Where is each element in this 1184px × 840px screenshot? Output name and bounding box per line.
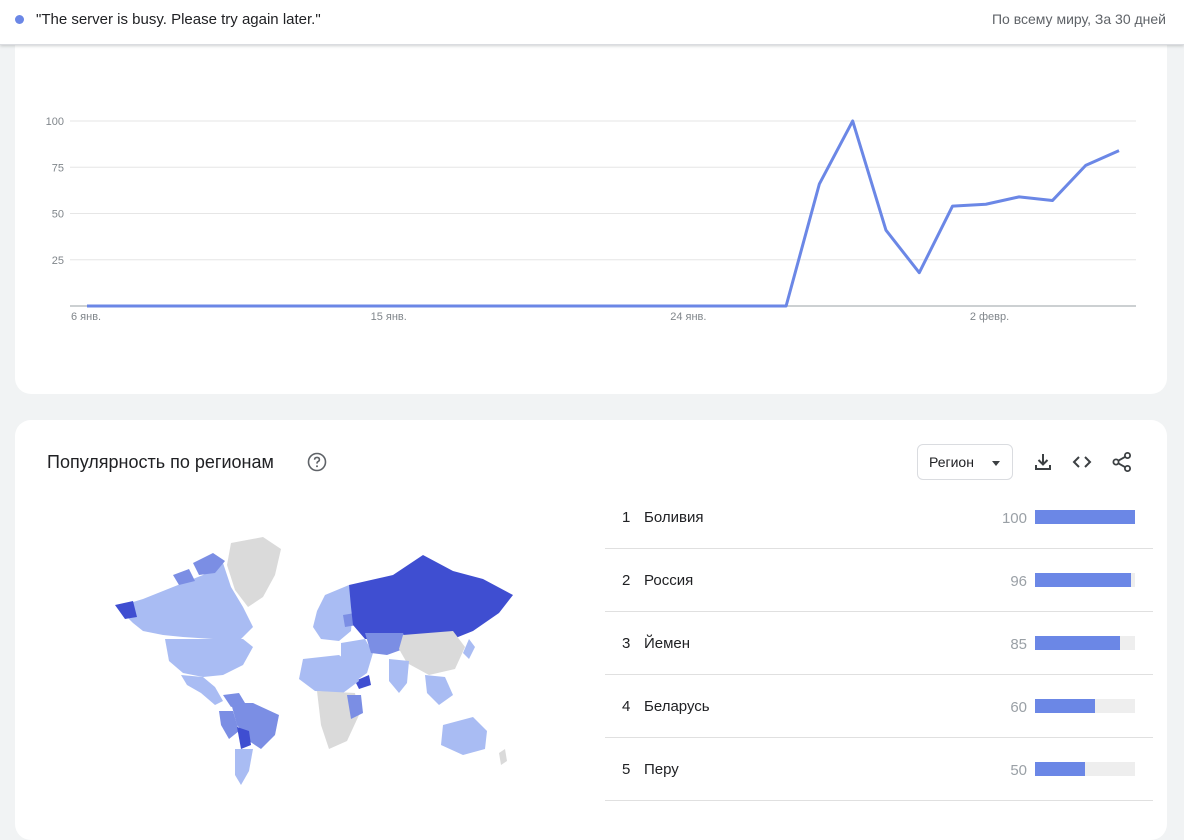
interest-over-time-card: 25 50 75 100 6 янв. 15 янв. 24 янв. 2 февр. xyxy=(15,30,1167,394)
map-region-mexico xyxy=(181,675,223,705)
chevron-down-icon xyxy=(992,461,1000,466)
y-tick-label: 75 xyxy=(52,162,64,174)
region-row[interactable]: 4 Беларусь 60 xyxy=(605,675,1153,738)
help-icon[interactable] xyxy=(307,452,327,472)
region-value: 96 xyxy=(1010,573,1027,590)
region-bar-fill xyxy=(1035,699,1095,713)
region-bar-track xyxy=(1035,510,1135,524)
map-region-europe xyxy=(313,585,353,641)
region-select[interactable]: Регион xyxy=(917,444,1013,480)
region-row[interactable]: 2 Россия 96 xyxy=(605,549,1153,612)
region-name: Боливия xyxy=(644,509,703,526)
compare-header-bar: "The server is busy. Please try again la… xyxy=(0,0,1184,45)
region-rank: 5 xyxy=(622,761,630,778)
map-region-australia xyxy=(441,717,487,755)
region-row[interactable]: 5 Перу 50 xyxy=(605,738,1153,801)
section-title: Популярность по регионам xyxy=(47,452,274,473)
region-value: 50 xyxy=(1010,762,1027,779)
region-name: Россия xyxy=(644,572,693,589)
share-icon[interactable] xyxy=(1111,451,1133,473)
map-region-india xyxy=(389,659,409,693)
region-value: 100 xyxy=(1002,510,1027,527)
region-ranking-list: 1 Боливия 100 2 Россия 96 3 Йемен 85 4 Беларусь 60 5… xyxy=(605,486,1153,801)
series-color-dot xyxy=(15,15,24,24)
map-region-south-east-asia xyxy=(425,675,453,705)
download-icon[interactable] xyxy=(1032,451,1054,473)
map-region-china xyxy=(399,631,465,675)
region-row[interactable]: 1 Боливия 100 xyxy=(605,486,1153,549)
region-name: Перу xyxy=(644,761,679,778)
map-region-russia xyxy=(349,555,513,639)
embed-code-icon[interactable] xyxy=(1071,451,1093,473)
region-rank: 3 xyxy=(622,635,630,652)
region-bar-fill xyxy=(1035,510,1135,524)
map-region-argentina xyxy=(235,749,253,785)
region-name: Беларусь xyxy=(644,698,710,715)
map-region-new-zealand xyxy=(499,749,507,765)
regions-card: Популярность по регионам Регион xyxy=(15,420,1167,840)
region-rank: 2 xyxy=(622,572,630,589)
region-select-label: Регион xyxy=(929,454,974,470)
region-name: Йемен xyxy=(644,635,690,652)
region-bar-track xyxy=(1035,573,1135,587)
y-tick-label: 100 xyxy=(46,116,64,128)
scope-label: По всему миру, За 30 дней xyxy=(992,11,1166,27)
x-tick-label: 24 янв. xyxy=(670,311,706,323)
y-tick-label: 25 xyxy=(52,255,64,267)
region-rank: 1 xyxy=(622,509,630,526)
x-tick-label: 15 янв. xyxy=(371,311,407,323)
x-tick-label: 2 февр. xyxy=(970,311,1009,323)
y-tick-label: 50 xyxy=(52,209,64,221)
map-region-japan xyxy=(463,639,475,659)
region-bar-track xyxy=(1035,636,1135,650)
region-bar-track xyxy=(1035,699,1135,713)
world-map[interactable] xyxy=(103,535,513,785)
interest-line-chart[interactable]: 25 50 75 100 6 янв. 15 янв. 24 янв. 2 февр. xyxy=(15,30,1167,394)
map-region-usa xyxy=(165,639,253,677)
region-bar-fill xyxy=(1035,762,1085,776)
region-bar-fill xyxy=(1035,573,1131,587)
map-region-brazil xyxy=(231,703,279,749)
region-bar-track xyxy=(1035,762,1135,776)
region-bar-fill xyxy=(1035,636,1120,650)
x-tick-label: 6 янв. xyxy=(71,311,101,323)
region-value: 60 xyxy=(1010,699,1027,716)
search-term-label: "The server is busy. Please try again la… xyxy=(36,11,321,28)
region-value: 85 xyxy=(1010,636,1027,653)
region-row[interactable]: 3 Йемен 85 xyxy=(605,612,1153,675)
region-rank: 4 xyxy=(622,698,630,715)
